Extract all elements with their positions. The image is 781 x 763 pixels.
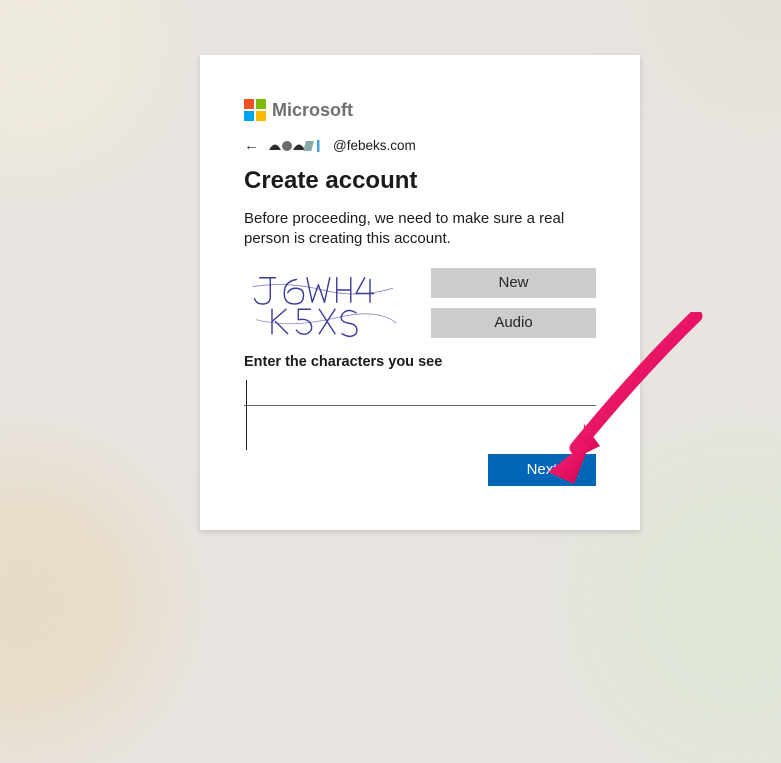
identity-row[interactable]: ← @febeks.com <box>244 137 596 153</box>
page-description: Before proceeding, we need to make sure … <box>244 209 574 250</box>
brand-name: Microsoft <box>272 100 353 121</box>
bg-blob <box>661 0 781 100</box>
signup-card: Microsoft ← @febeks.com Create account B… <box>200 55 640 530</box>
back-arrow-icon[interactable]: ← <box>244 138 259 153</box>
captcha-audio-button[interactable]: Audio <box>431 308 596 338</box>
captcha-new-button[interactable]: New <box>431 268 596 298</box>
action-row: Next <box>244 454 596 486</box>
captcha-row: New Audio <box>244 268 596 340</box>
account-email-domain: @febeks.com <box>333 138 416 153</box>
brand-row: Microsoft <box>244 99 596 121</box>
bg-blob <box>0 463 160 743</box>
bg-blob <box>0 0 160 170</box>
next-button[interactable]: Next <box>488 454 596 486</box>
microsoft-logo-icon <box>244 99 266 121</box>
captcha-image <box>244 268 419 340</box>
captcha-button-stack: New Audio <box>431 268 596 340</box>
page-title: Create account <box>244 167 596 195</box>
captcha-input-label: Enter the characters you see <box>244 354 596 370</box>
captcha-input[interactable] <box>244 376 596 406</box>
email-masked-prefix <box>267 137 327 153</box>
